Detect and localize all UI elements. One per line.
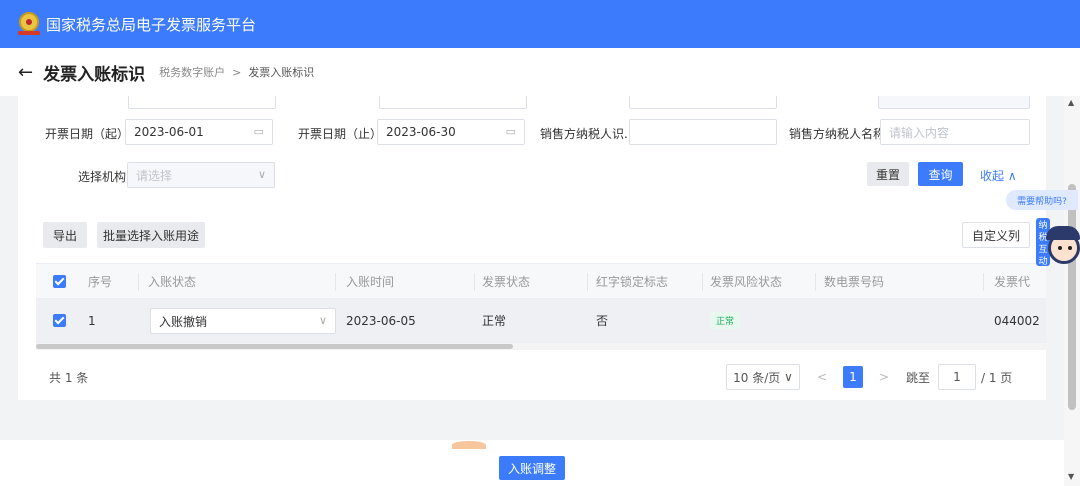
issue-date-start-value: 2023-06-01 <box>134 125 204 139</box>
chevron-down-icon: ∨ <box>318 314 327 327</box>
row-status-select[interactable]: 入账撤销 ∨ <box>150 308 336 334</box>
breadcrumb-current: 发票入账标识 <box>248 66 315 79</box>
seller-tax-id-input[interactable] <box>629 119 777 145</box>
page-total: / 1 页 <box>981 370 1013 385</box>
row-red-lock: 否 <box>596 314 609 328</box>
select-all-checkbox[interactable] <box>53 274 66 288</box>
top-header: 国家税务总局电子发票服务平台 <box>0 0 1080 48</box>
custom-columns-button[interactable]: 自定义列 <box>962 222 1030 248</box>
row-invoice-code: 044002 <box>994 313 1040 328</box>
tax-emblem-icon <box>18 12 40 36</box>
col-invoice-status: 发票状态 <box>482 274 531 289</box>
chevron-down-icon: ∨ <box>257 168 266 181</box>
adjust-accounting-button[interactable]: 入账调整 <box>499 456 565 480</box>
table-header: 序号 入账状态 入账时间 发票状态 红字锁定标志 发票风险状态 数电票号码 发票… <box>36 263 1046 299</box>
row-invoice-status: 正常 <box>482 314 507 328</box>
col-e-invoice-no: 数电票号码 <box>824 274 885 289</box>
table-row[interactable]: 1 入账撤销 ∨ 2023-06-05 正常 否 正常 044002 <box>36 299 1046 343</box>
page-size-select[interactable]: 10 条/页 ∨ <box>726 364 800 390</box>
page-vertical-scrollbar[interactable]: ▲ ▼ <box>1064 96 1080 486</box>
risk-status-badge: 正常 <box>710 312 741 329</box>
col-red-lock: 红字锁定标志 <box>596 274 669 289</box>
help-prompt[interactable]: 需要帮助吗? <box>1006 190 1078 210</box>
col-time: 入账时间 <box>346 274 395 289</box>
col-index: 序号 <box>88 274 113 289</box>
col-risk-status: 发票风险状态 <box>710 274 783 289</box>
org-label: 选择机构 <box>78 170 127 184</box>
batch-purpose-button[interactable]: 批量选择入账用途 <box>97 222 205 248</box>
collapse-label: 收起 <box>980 169 1005 183</box>
row-time: 2023-06-05 <box>346 313 416 328</box>
jump-label: 跳至 <box>906 370 931 385</box>
breadcrumb-separator: > <box>232 66 242 79</box>
prev-page-button[interactable]: < <box>815 364 829 390</box>
breadcrumb-parent[interactable]: 税务数字账户 <box>159 66 225 79</box>
page-title: 发票入账标识 <box>43 64 146 85</box>
jump-input[interactable]: 1 <box>938 364 976 390</box>
back-arrow-icon[interactable]: ← <box>18 62 33 83</box>
jump-value: 1 <box>953 370 961 384</box>
hidden-filter-input-1[interactable] <box>128 96 276 109</box>
org-placeholder: 请选择 <box>136 168 173 183</box>
org-select: 请选择 ∨ <box>127 162 275 188</box>
hidden-filter-input-3[interactable] <box>629 96 777 109</box>
issue-date-end-label: 开票日期（止） <box>298 127 383 141</box>
page-1-button[interactable]: 1 <box>843 366 863 388</box>
seller-name-label: 销售方纳税人名称 <box>789 127 886 141</box>
issue-date-start-label: 开票日期（起） <box>45 127 130 141</box>
main-panel: 开票日期（起） 2023-06-01 ▭ 开票日期（止） 2023-06-30 … <box>18 96 1046 400</box>
row-status-value: 入账撤销 <box>159 314 208 329</box>
calendar-icon: ▭ <box>253 125 264 138</box>
page-header: ← 发票入账标识 税务数字账户 > 发票入账标识 <box>0 48 1080 96</box>
select-all-cell[interactable] <box>53 264 66 298</box>
chevron-up-icon: ∧ <box>1007 169 1017 183</box>
scrollbar-thumb[interactable] <box>36 344 513 349</box>
hidden-filter-input-4 <box>878 96 1030 109</box>
issue-date-start-input[interactable]: 2023-06-01 ▭ <box>125 119 273 145</box>
scroll-down-icon[interactable]: ▼ <box>1068 472 1074 481</box>
calendar-icon: ▭ <box>505 125 516 138</box>
export-button[interactable]: 导出 <box>43 222 87 248</box>
assistant-mascot-icon[interactable]: 纳税互动 <box>1032 216 1080 272</box>
next-page-button[interactable]: > <box>877 364 891 390</box>
row-checkbox[interactable] <box>53 314 66 327</box>
col-status: 入账状态 <box>148 274 197 289</box>
chevron-down-icon: ∨ <box>784 370 793 384</box>
row-select-cell[interactable] <box>53 299 66 342</box>
seller-tax-id-label: 销售方纳税人识... <box>540 127 636 141</box>
invoice-table: 序号 入账状态 入账时间 发票状态 红字锁定标志 发票风险状态 数电票号码 发票… <box>36 263 1046 350</box>
decorative-shape <box>452 441 486 449</box>
platform-title: 国家税务总局电子发票服务平台 <box>46 15 257 34</box>
page-size-value: 10 条/页 <box>733 370 781 385</box>
table-horizontal-scrollbar[interactable] <box>36 343 1046 350</box>
scroll-up-icon[interactable]: ▲ <box>1068 98 1074 107</box>
total-count: 共 1 条 <box>49 371 89 385</box>
issue-date-end-input[interactable]: 2023-06-30 ▭ <box>377 119 525 145</box>
seller-name-input[interactable]: 请输入内容 <box>880 119 1030 145</box>
query-button[interactable]: 查询 <box>918 162 963 186</box>
collapse-toggle[interactable]: 收起 ∧ <box>980 167 1017 184</box>
row-index: 1 <box>88 313 96 328</box>
row-risk-status-cell: 正常 <box>710 299 741 342</box>
breadcrumb: 税务数字账户 > 发票入账标识 <box>159 64 314 80</box>
reset-button[interactable]: 重置 <box>867 162 909 186</box>
hidden-filter-input-2[interactable] <box>379 96 527 109</box>
seller-name-placeholder: 请输入内容 <box>889 125 950 140</box>
issue-date-end-value: 2023-06-30 <box>386 125 456 139</box>
